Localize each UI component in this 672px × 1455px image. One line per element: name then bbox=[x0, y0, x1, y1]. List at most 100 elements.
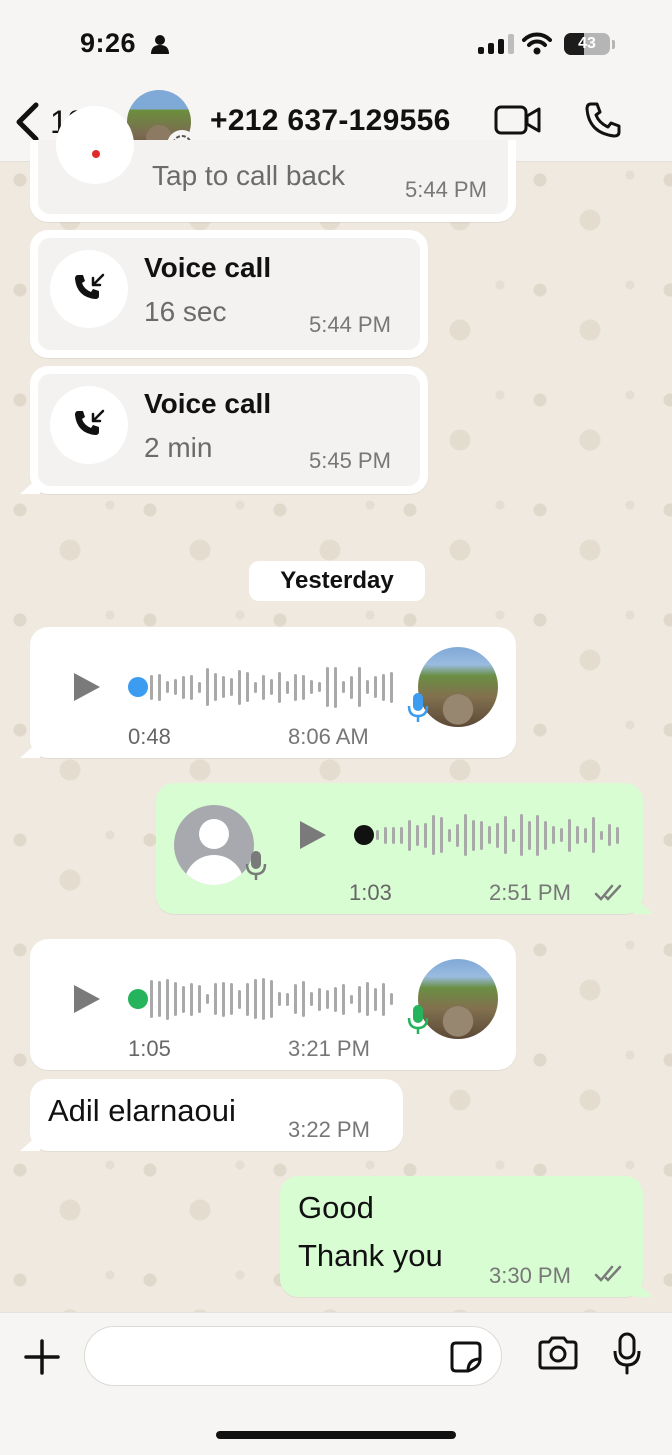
waveform-bar bbox=[294, 673, 297, 701]
message-time: 2:51 PM bbox=[489, 880, 571, 905]
waveform-bar bbox=[190, 982, 193, 1016]
call-card: Voice call 16 sec 5:44 PM bbox=[38, 238, 420, 350]
status-time: 9:26 bbox=[80, 28, 137, 58]
play-icon[interactable] bbox=[72, 671, 102, 703]
playback-position-dot[interactable] bbox=[128, 989, 148, 1009]
call-title: Voice call bbox=[144, 388, 272, 419]
sender-avatar bbox=[418, 647, 498, 727]
waveform-bar bbox=[206, 668, 209, 706]
waveform-bar bbox=[376, 830, 379, 840]
waveform-bar bbox=[206, 994, 209, 1004]
waveform-bar bbox=[222, 981, 225, 1017]
waveform-bar bbox=[350, 675, 353, 699]
chevron-left-icon bbox=[16, 102, 39, 142]
message-time: 3:21 PM bbox=[288, 1036, 370, 1061]
waveform-bar bbox=[616, 826, 619, 844]
waveform-bar bbox=[366, 680, 369, 694]
message-text-line-1: Good bbox=[298, 1190, 374, 1225]
text-message-outgoing[interactable]: Good Thank you 3:30 PM bbox=[280, 1176, 643, 1297]
missed-call-message[interactable]: Tap to call back 5:44 PM bbox=[30, 106, 516, 222]
waveform-bar bbox=[270, 679, 273, 695]
waveform-bar bbox=[158, 673, 161, 701]
message-text: Adil elarnaoui bbox=[48, 1093, 236, 1128]
call-icon-circle bbox=[50, 386, 128, 464]
waveform-bar bbox=[318, 987, 321, 1011]
voice-message-incoming[interactable]: 1:05 3:21 PM bbox=[30, 939, 516, 1070]
mic-icon bbox=[407, 1005, 429, 1034]
waveform-bar bbox=[246, 672, 249, 702]
waveform-bar bbox=[568, 818, 571, 852]
phone-call-icon[interactable] bbox=[583, 100, 623, 140]
contact-name[interactable]: +212 637-129556 bbox=[210, 104, 451, 138]
waveform-bar bbox=[358, 667, 361, 707]
waveform-bar bbox=[182, 985, 185, 1013]
waveform-bar bbox=[390, 671, 393, 703]
playback-position-dot[interactable] bbox=[128, 677, 148, 697]
default-avatar bbox=[174, 805, 254, 885]
waveform-bar bbox=[366, 982, 369, 1016]
waveform-bar bbox=[408, 819, 411, 851]
waveform-bar bbox=[382, 982, 385, 1016]
waveform-bar bbox=[254, 979, 257, 1019]
missed-call-subtitle: Tap to call back bbox=[152, 160, 345, 191]
waveform-bar bbox=[150, 674, 153, 700]
text-message-incoming[interactable]: Adil elarnaoui 3:22 PM bbox=[30, 1079, 403, 1151]
wifi-icon bbox=[522, 32, 552, 55]
mic-icon[interactable] bbox=[612, 1331, 642, 1377]
message-time: 5:45 PM bbox=[309, 448, 391, 473]
message-time: 8:06 AM bbox=[288, 724, 369, 749]
person-icon bbox=[151, 35, 169, 54]
waveform-bar bbox=[576, 826, 579, 844]
message-time: 5:44 PM bbox=[309, 312, 391, 337]
waveform-bar bbox=[238, 989, 241, 1009]
waveform-bar bbox=[262, 674, 265, 700]
waveform-bar bbox=[190, 674, 193, 700]
waveform-bar bbox=[270, 980, 273, 1018]
voice-message-outgoing[interactable]: 1:03 2:51 PM bbox=[156, 783, 643, 914]
plus-icon[interactable] bbox=[22, 1337, 62, 1377]
waveform-bar bbox=[326, 667, 329, 707]
play-icon[interactable] bbox=[298, 819, 328, 851]
message-input[interactable] bbox=[84, 1326, 502, 1386]
waveform-bar bbox=[358, 985, 361, 1013]
waveform-bar bbox=[504, 816, 507, 854]
waveform-bar bbox=[488, 826, 491, 844]
waveform[interactable] bbox=[150, 977, 393, 1021]
home-indicator bbox=[216, 1431, 456, 1439]
waveform[interactable] bbox=[150, 665, 393, 709]
message-time: 3:30 PM bbox=[489, 1263, 571, 1288]
waveform-bar bbox=[310, 992, 313, 1006]
waveform-bar bbox=[448, 828, 451, 842]
missed-call-card: Tap to call back 5:44 PM bbox=[38, 106, 508, 214]
call-title: Voice call bbox=[144, 252, 272, 283]
waveform-bar bbox=[374, 676, 377, 698]
waveform-bar bbox=[334, 666, 337, 708]
waveform-bar bbox=[464, 814, 467, 856]
waveform-bar bbox=[246, 982, 249, 1016]
waveform-bar bbox=[174, 679, 177, 695]
call-duration: 16 sec bbox=[144, 296, 227, 327]
sticker-icon[interactable] bbox=[448, 1339, 484, 1375]
playback-position-dot[interactable] bbox=[354, 825, 374, 845]
missed-call-icon bbox=[92, 150, 100, 158]
voice-message-incoming[interactable]: 0:48 8:06 AM bbox=[30, 627, 516, 758]
mic-icon bbox=[407, 693, 429, 722]
waveform-bar bbox=[334, 986, 337, 1012]
video-call-icon[interactable] bbox=[494, 104, 542, 136]
waveform-bar bbox=[392, 826, 395, 844]
play-icon[interactable] bbox=[72, 983, 102, 1015]
camera-icon[interactable] bbox=[536, 1335, 580, 1371]
voice-call-message[interactable]: Voice call 2 min 5:45 PM bbox=[30, 366, 428, 494]
waveform[interactable] bbox=[376, 813, 619, 857]
waveform-bar bbox=[416, 824, 419, 846]
call-card: Voice call 2 min 5:45 PM bbox=[38, 374, 420, 486]
incoming-call-icon bbox=[75, 273, 105, 299]
mic-icon bbox=[245, 851, 267, 880]
waveform-bar bbox=[302, 981, 305, 1017]
cellular-signal-icon bbox=[478, 34, 514, 54]
waveform-bar bbox=[536, 814, 539, 856]
waveform-bar bbox=[158, 981, 161, 1017]
sender-avatar bbox=[418, 959, 498, 1039]
read-ticks-icon bbox=[594, 884, 622, 901]
voice-call-message[interactable]: Voice call 16 sec 5:44 PM bbox=[30, 230, 428, 358]
